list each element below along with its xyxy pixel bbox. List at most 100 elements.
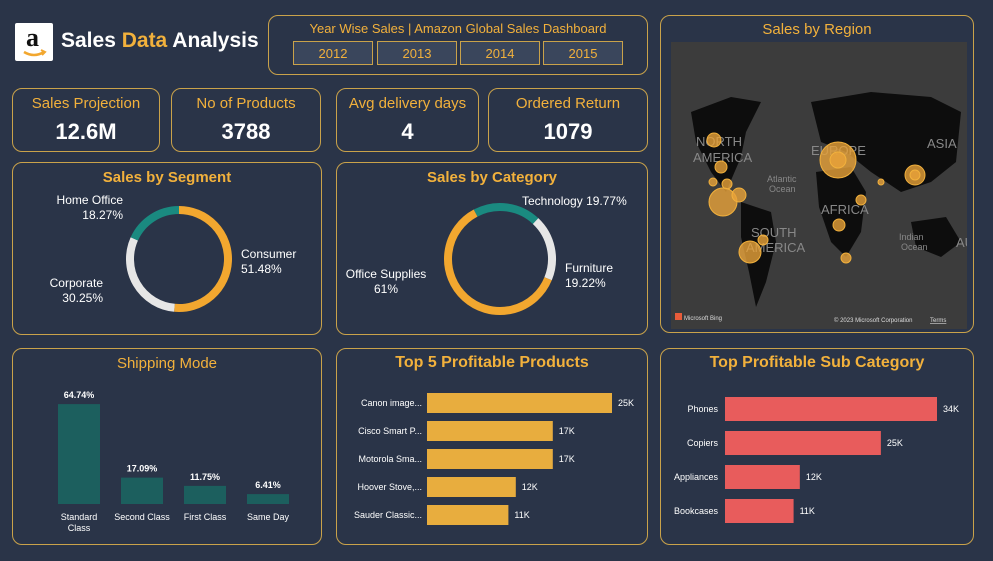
subcat-bar-value: 34K xyxy=(943,404,959,414)
sales-by-segment-card: Sales by Segment Home Office 18.27% Consu… xyxy=(12,162,322,335)
kpi-label: Sales Projection xyxy=(31,95,141,112)
shipping-bar-label: Same Day xyxy=(247,512,290,522)
region-map[interactable]: NORTH AMERICA EUROPE ASIA AFRICA SOUTH A… xyxy=(671,42,967,329)
bing-logo-icon xyxy=(675,313,682,320)
category-slice-2 xyxy=(444,209,552,315)
map-bubble xyxy=(909,169,921,181)
product-bar-label: Motorola Sma... xyxy=(358,454,422,464)
subcat-bar xyxy=(725,499,794,523)
page-title: Sales Data Analysis xyxy=(61,29,259,52)
kpi-value: 3788 xyxy=(221,119,271,144)
subcat-bar-label: Copiers xyxy=(687,438,719,448)
category-label-office-supplies: Office Supplies 61% xyxy=(345,267,427,296)
sales-by-category-card: Sales by Category Technology 19.77% Furn… xyxy=(336,162,648,335)
product-bar-value: 17K xyxy=(559,426,575,436)
segment-label-home-office: Home Office 18.27% xyxy=(56,193,123,222)
product-bar xyxy=(427,505,509,525)
map-bubble xyxy=(832,218,846,232)
map-bubble xyxy=(877,178,885,186)
kpi-value: 1079 xyxy=(543,119,593,144)
category-label-furniture: Furniture 19.22% xyxy=(565,261,614,290)
shipping-bar-label: First Class xyxy=(184,512,227,522)
category-slice-1 xyxy=(532,218,556,281)
shipping-bar xyxy=(184,485,226,504)
map-bubble xyxy=(829,151,847,169)
subcat-bar xyxy=(725,465,800,489)
subcat-bar xyxy=(725,431,881,455)
kpi-label: Ordered Return xyxy=(515,95,621,112)
category-donut[interactable] xyxy=(337,163,649,336)
product-bar xyxy=(427,477,516,497)
shipping-bar-label: Second Class xyxy=(114,512,170,522)
product-bar-label: Cisco Smart P... xyxy=(358,426,422,436)
year-button-2014[interactable]: 2014 xyxy=(460,41,540,65)
product-bar xyxy=(427,393,612,413)
shipping-mode-card: Shipping Mode 64.74% Standard Class 17.09% S… xyxy=(12,348,322,545)
shipping-bar-value: 11.75% xyxy=(190,472,220,482)
segment-slice-2 xyxy=(130,206,180,241)
kpi-sales-projection: Sales Projection 12.6M xyxy=(12,88,160,152)
amazon-smile-icon xyxy=(23,49,47,57)
map-label-atl1: Atlantic xyxy=(767,174,797,184)
kpi-no-of-products: No of Products 3788 xyxy=(171,88,321,152)
shipping-bar-label: Standard xyxy=(61,512,98,522)
map-bing: Microsoft Bing xyxy=(684,316,722,322)
sales-by-region-card: Sales by Region NORTH AMERICA EUROPE ASI… xyxy=(660,15,974,333)
amazon-logo: a xyxy=(15,23,53,61)
year-slicer-title: Year Wise Sales | Amazon Global Sales Da… xyxy=(309,21,607,36)
subcat-bar-chart[interactable]: Phones 34K Copiers 25K Appliances 12K Bookcase… xyxy=(661,349,975,546)
map-attribution: © 2023 Microsoft Corporation xyxy=(834,317,912,324)
map-bubble xyxy=(721,178,733,190)
kpi-avg-delivery-days: Avg delivery days 4 xyxy=(336,88,479,152)
shipping-bar-value: 6.41% xyxy=(255,480,281,490)
year-button-2015[interactable]: 2015 xyxy=(543,41,623,65)
map-bubble xyxy=(855,194,867,206)
map-bubble xyxy=(840,252,852,264)
map-bubble xyxy=(708,177,718,187)
world-map-svg: NORTH AMERICA EUROPE ASIA AFRICA SOUTH A… xyxy=(675,92,967,324)
shipping-bar xyxy=(247,494,289,504)
map-bubble xyxy=(714,160,728,174)
subcat-bar-label: Appliances xyxy=(674,472,719,482)
year-slicer: Year Wise Sales | Amazon Global Sales Da… xyxy=(268,15,648,75)
shipping-bar-value: 64.74% xyxy=(64,390,95,400)
map-label-sa1: SOUTH xyxy=(751,225,797,240)
header: a Sales Data Analysis xyxy=(13,21,259,61)
shipping-bar-value: 17.09% xyxy=(127,464,158,474)
products-bar-chart[interactable]: Canon image... 25K Cisco Smart P... 17K Moto… xyxy=(337,349,649,546)
product-bar xyxy=(427,449,553,469)
subcat-bar-value: 12K xyxy=(806,472,822,482)
shipping-bar-label: Class xyxy=(68,523,91,533)
segment-slice-0 xyxy=(174,206,232,312)
map-bubble xyxy=(738,240,762,264)
year-button-2012[interactable]: 2012 xyxy=(293,41,373,65)
subcat-bar-value: 11K xyxy=(800,506,815,516)
product-bar-label: Sauder Classic... xyxy=(354,510,422,520)
shipping-bar xyxy=(121,477,163,504)
map-label-ind2: Ocean xyxy=(901,242,928,252)
product-bar-label: Hoover Stove,... xyxy=(357,482,422,492)
product-bar-value: 12K xyxy=(522,482,538,492)
map-terms-link: Terms xyxy=(930,318,946,324)
subcat-bar-label: Bookcases xyxy=(674,506,719,516)
kpi-value: 12.6M xyxy=(55,119,117,144)
subcat-bar xyxy=(725,397,937,421)
kpi-label: Avg delivery days xyxy=(348,95,467,112)
category-label-technology: Technology 19.77% xyxy=(522,194,627,208)
map-bubble xyxy=(706,132,722,148)
product-bar-value: 17K xyxy=(559,454,575,464)
shipping-bar xyxy=(58,404,100,504)
map-bubble xyxy=(731,187,747,203)
region-title: Sales by Region xyxy=(762,21,872,38)
product-bar xyxy=(427,421,553,441)
map-label-au: AU xyxy=(956,235,967,250)
map-label-asia: ASIA xyxy=(927,136,957,151)
top-subcategory-card: Top Profitable Sub Category Phones 34K Cop… xyxy=(660,348,974,545)
segment-slice-1 xyxy=(126,237,175,312)
year-button-2013[interactable]: 2013 xyxy=(377,41,457,65)
product-bar-label: Canon image... xyxy=(361,398,422,408)
shipping-bar-chart[interactable]: 64.74% StandardClass 17.09% Second Class 11.… xyxy=(13,349,323,546)
segment-label-consumer: Consumer 51.48% xyxy=(241,247,297,276)
product-bar-value: 25K xyxy=(618,398,634,408)
subcat-bar-value: 25K xyxy=(887,438,903,448)
